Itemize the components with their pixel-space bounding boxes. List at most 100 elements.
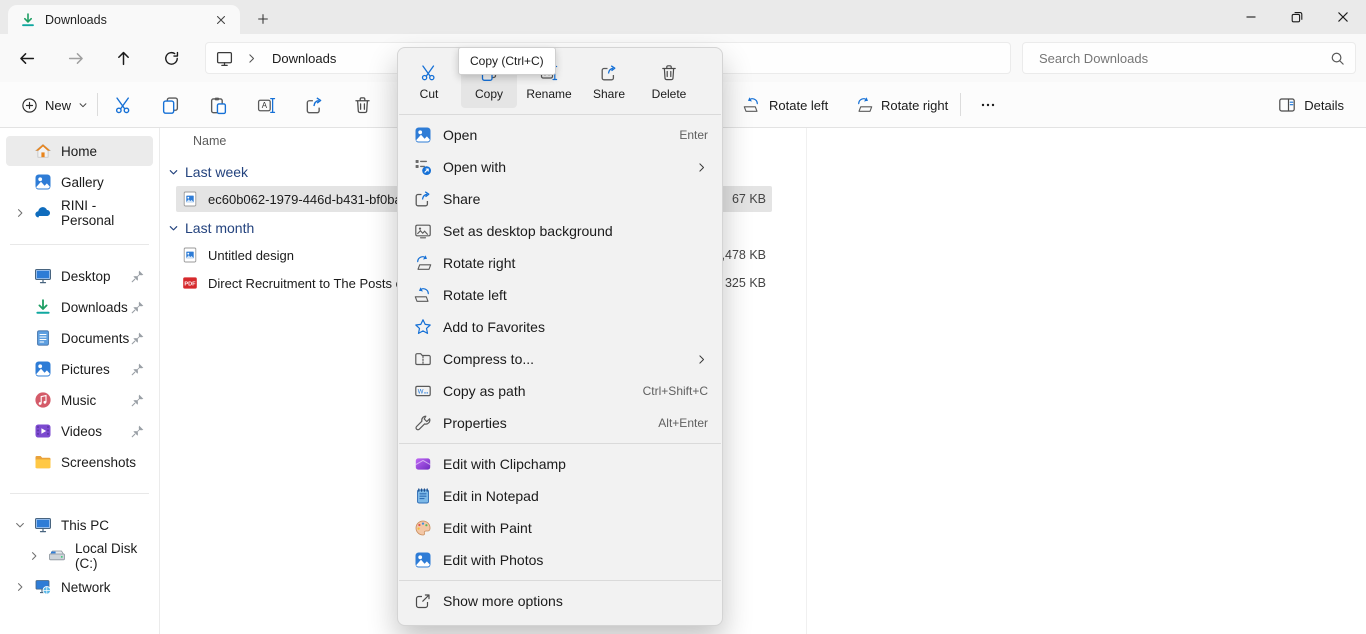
share-button[interactable]	[294, 87, 334, 123]
context-menu-item-edit-with-clipchamp[interactable]: Edit with Clipchamp	[398, 448, 722, 480]
new-button-label: New	[45, 98, 71, 113]
group-header-last-month[interactable]: Last month	[168, 218, 254, 238]
sidebar-item-onedrive[interactable]: RINI - Personal	[6, 198, 153, 228]
sidebar-item-gallery[interactable]: Gallery	[6, 167, 153, 197]
pin-icon	[131, 269, 145, 283]
context-menu-item-add-to-favorites[interactable]: Add to Favorites	[398, 311, 722, 343]
context-menu-item-open[interactable]: Open Enter	[398, 119, 722, 151]
paste-button[interactable]	[198, 87, 238, 123]
maximize-restore-button[interactable]	[1274, 0, 1320, 34]
navigation-pane: Home Gallery RINI - Personal Desktop Dow…	[0, 128, 160, 634]
context-menu-item-properties[interactable]: Properties Alt+Enter	[398, 407, 722, 439]
rename-button[interactable]: A	[246, 87, 286, 123]
new-tab-button[interactable]	[250, 7, 276, 31]
context-menu-item-edit-with-paint[interactable]: Edit with Paint	[398, 512, 722, 544]
context-menu-item-compress-to[interactable]: Compress to...	[398, 343, 722, 375]
sidebar-item-music[interactable]: Music	[6, 385, 153, 415]
submenu-chevron-icon	[695, 161, 708, 174]
search-icon[interactable]	[1330, 51, 1345, 66]
sidebar-item-screenshots[interactable]: Screenshots	[6, 447, 153, 477]
back-button[interactable]	[9, 40, 45, 76]
rotate-left-icon	[743, 96, 761, 114]
forward-button[interactable]	[57, 40, 93, 76]
star-icon	[414, 318, 432, 336]
delete-button[interactable]	[342, 87, 382, 123]
sidebar-separator	[10, 244, 149, 245]
refresh-button[interactable]	[153, 40, 189, 76]
rotate-right-button[interactable]: Rotate right	[845, 87, 958, 123]
column-separator	[806, 128, 807, 634]
sidebar-item-desktop[interactable]: Desktop	[6, 261, 153, 291]
paint-icon	[414, 519, 432, 537]
file-explorer-window: Downloads Downloads New	[0, 0, 1366, 634]
context-menu-item-set-desktop-background[interactable]: Set as desktop background	[398, 215, 722, 247]
folder-icon	[34, 453, 52, 471]
delete-icon	[660, 64, 678, 82]
sidebar-item-pictures[interactable]: Pictures	[6, 354, 153, 384]
minimize-button[interactable]	[1228, 0, 1274, 34]
more-options-button[interactable]	[968, 87, 1008, 123]
sidebar-item-local-disk-c[interactable]: Local Disk (C:)	[6, 541, 153, 571]
quick-delete-button[interactable]: Delete	[641, 56, 697, 108]
context-menu-item-rotate-right[interactable]: Rotate right	[398, 247, 722, 279]
tab-downloads[interactable]: Downloads	[8, 5, 240, 34]
context-menu-item-edit-in-notepad[interactable]: Edit in Notepad	[398, 480, 722, 512]
breadcrumb[interactable]: Downloads	[272, 51, 336, 66]
downloads-icon	[34, 298, 52, 316]
chevron-down-icon[interactable]	[168, 223, 179, 234]
sidebar-item-network[interactable]: Network	[6, 572, 153, 602]
menu-separator	[399, 580, 721, 581]
share-icon	[414, 190, 432, 208]
context-menu-item-copy-as-path[interactable]: W Copy as path Ctrl+Shift+C	[398, 375, 722, 407]
copy-button[interactable]	[150, 87, 190, 123]
copy-as-path-icon: W	[414, 382, 432, 400]
sidebar-item-home[interactable]: Home	[6, 136, 153, 166]
group-header-last-week[interactable]: Last week	[168, 162, 248, 182]
search-box[interactable]	[1022, 42, 1356, 74]
svg-text:PDF: PDF	[184, 281, 196, 287]
up-button[interactable]	[105, 40, 141, 76]
chevron-down-icon[interactable]	[168, 167, 179, 178]
rotate-left-label: Rotate left	[769, 98, 828, 113]
context-menu-item-open-with[interactable]: Open with	[398, 151, 722, 183]
column-header-name[interactable]: Name	[193, 134, 226, 148]
chevron-right-icon[interactable]	[28, 550, 40, 562]
quick-cut-button[interactable]: Cut	[401, 56, 457, 108]
rotate-right-label: Rotate right	[881, 98, 948, 113]
context-menu-item-rotate-left[interactable]: Rotate left	[398, 279, 722, 311]
chevron-right-icon[interactable]	[14, 581, 26, 593]
quick-share-button[interactable]: Share	[581, 56, 637, 108]
cut-button[interactable]	[103, 87, 143, 123]
chevron-right-icon[interactable]	[14, 207, 26, 219]
this-pc-monitor-icon	[216, 50, 233, 67]
home-icon	[34, 142, 52, 160]
new-button[interactable]: New	[10, 87, 99, 123]
new-item-icon	[21, 97, 38, 114]
context-menu: Cut Copy A Rename Share Delete Open	[397, 47, 723, 626]
menu-separator	[399, 114, 721, 115]
search-input[interactable]	[1037, 50, 1330, 67]
sidebar-item-documents[interactable]: Documents	[6, 323, 153, 353]
sidebar-item-downloads[interactable]: Downloads	[6, 292, 153, 322]
pin-icon	[131, 331, 145, 345]
pin-icon	[131, 362, 145, 376]
tab-close-button[interactable]	[210, 9, 232, 31]
window-controls	[1228, 0, 1366, 34]
download-icon	[20, 12, 36, 28]
chevron-down-icon[interactable]	[14, 519, 26, 531]
videos-icon	[34, 422, 52, 440]
context-menu-item-edit-with-photos[interactable]: Edit with Photos	[398, 544, 722, 576]
file-size: 67 KB	[732, 192, 766, 206]
sidebar-item-this-pc[interactable]: This PC	[6, 510, 153, 540]
sidebar-item-videos[interactable]: Videos	[6, 416, 153, 446]
context-menu-item-share[interactable]: Share	[398, 183, 722, 215]
close-button[interactable]	[1320, 0, 1366, 34]
notepad-icon	[414, 487, 432, 505]
context-menu-item-show-more-options[interactable]: Show more options	[398, 585, 722, 617]
details-view-button[interactable]: Details	[1268, 87, 1354, 123]
rotate-left-button[interactable]: Rotate left	[733, 87, 838, 123]
desktop-background-icon	[414, 222, 432, 240]
chevron-right-icon[interactable]	[245, 52, 258, 65]
tab-title: Downloads	[45, 13, 107, 27]
documents-icon	[34, 329, 52, 347]
